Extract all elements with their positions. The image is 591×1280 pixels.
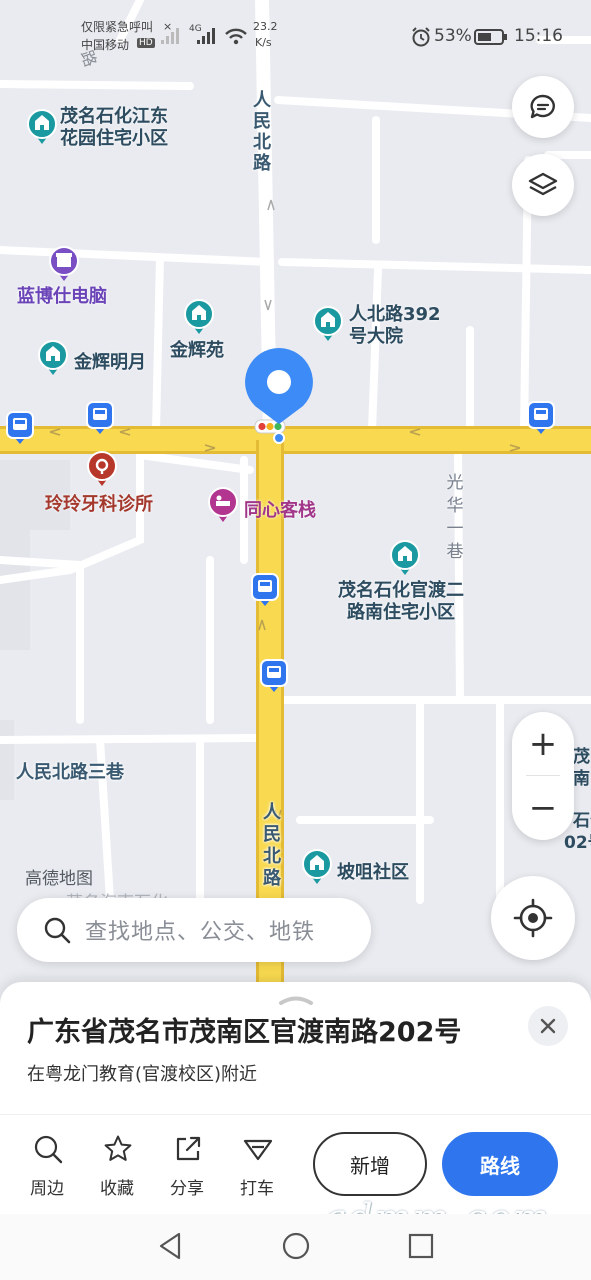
poi-label-jinhui-yuan: 金辉苑	[170, 340, 224, 361]
share-label: 分享	[170, 1179, 204, 1199]
emergency-call-text: 仅限紧急呼叫	[81, 20, 154, 34]
poi-label-jiangdong-garden: 茂名石化江东 花园住宅小区	[60, 106, 168, 149]
signal-strength-icon	[197, 28, 215, 44]
edge-label-nan: 南	[573, 769, 590, 789]
poi-label-jinhui-mingyue: 金辉明月	[74, 352, 146, 373]
nearby-label: 周边	[30, 1179, 64, 1199]
close-icon	[540, 1018, 556, 1034]
nearby-action[interactable]: 周边	[17, 1132, 77, 1199]
search-icon	[44, 917, 71, 944]
place-nearby-text: 在粤龙门教育(官渡校区)附近	[27, 1064, 258, 1085]
zoom-control: + −	[512, 712, 574, 840]
route-button[interactable]: 路线	[442, 1132, 558, 1196]
system-nav-bar	[0, 1214, 591, 1280]
message-button[interactable]	[512, 76, 574, 138]
taxi-action[interactable]: 打车	[227, 1132, 287, 1199]
favorite-action[interactable]: 收藏	[87, 1132, 147, 1199]
locate-button[interactable]	[491, 876, 575, 960]
search-bar[interactable]: 查找地点、公交、地铁	[17, 898, 371, 962]
poi-label-tongxin-inn: 同心客栈	[244, 500, 316, 521]
zoom-out-button[interactable]: −	[512, 776, 574, 840]
wifi-icon	[225, 28, 247, 45]
taxi-label: 打车	[240, 1179, 274, 1199]
search-icon	[34, 1135, 63, 1164]
road-label-renmin-north-top: 人民北路	[253, 90, 271, 174]
battery-percent: 53%	[434, 26, 472, 46]
road-label-renmin-north-bottom: 人民北路	[263, 802, 281, 889]
home-icon[interactable]	[280, 1230, 312, 1262]
star-icon	[104, 1135, 132, 1161]
poi-label-lanbo-computer: 蓝博仕电脑	[17, 286, 107, 307]
favorite-label: 收藏	[100, 1179, 134, 1199]
alarm-icon	[412, 27, 430, 47]
locate-icon	[513, 898, 553, 938]
sheet-handle-icon[interactable]	[278, 992, 314, 1006]
place-detail-sheet: 广东省茂名市茂南区官渡南路202号 在粤龙门教育(官渡校区)附近 周边 收藏 分…	[0, 982, 591, 1214]
carrier-text: 中国移动	[81, 38, 130, 52]
net-speed-unit: K/s	[255, 36, 272, 49]
road-label-guanghua-lane: 光华一巷	[446, 473, 464, 562]
chat-bubble-icon	[530, 94, 555, 119]
share-icon	[176, 1136, 201, 1161]
taxi-icon	[243, 1139, 273, 1161]
battery-icon	[474, 29, 507, 45]
poi-label-renbei-392: 人北路392 号大院	[349, 304, 441, 347]
map-provider-label: 高德地图	[25, 869, 93, 889]
poi-label-pozui-community: 坡咀社区	[337, 862, 409, 883]
zoom-in-button[interactable]: +	[512, 712, 574, 776]
road-label-renmin-north-third-lane: 人民北路三巷	[16, 762, 124, 783]
search-placeholder: 查找地点、公交、地铁	[85, 919, 316, 944]
hd-badge: HD	[137, 38, 155, 48]
signal-empty-icon	[161, 28, 179, 44]
add-button[interactable]: 新增	[313, 1132, 427, 1196]
sheet-divider	[0, 1114, 591, 1115]
poi-label-lingling-dental: 玲玲牙科诊所	[45, 494, 153, 515]
place-address: 广东省茂名市茂南区官渡南路202号	[27, 1017, 462, 1048]
layers-button[interactable]	[512, 154, 574, 216]
share-action[interactable]: 分享	[157, 1132, 217, 1199]
layers-icon	[528, 172, 558, 196]
poi-label-guandu-south: 茂名石化官渡二 路南住宅小区	[338, 580, 464, 623]
net-speed-value: 23.2	[253, 20, 278, 33]
status-bar: 仅限紧急呼叫 × 中国移动 HD 4G 23.2 K/s 53% 15:16	[0, 0, 591, 70]
back-icon[interactable]	[155, 1230, 185, 1262]
recents-icon[interactable]	[406, 1230, 436, 1262]
close-button[interactable]	[528, 1006, 568, 1046]
clock-time: 15:16	[514, 26, 563, 46]
